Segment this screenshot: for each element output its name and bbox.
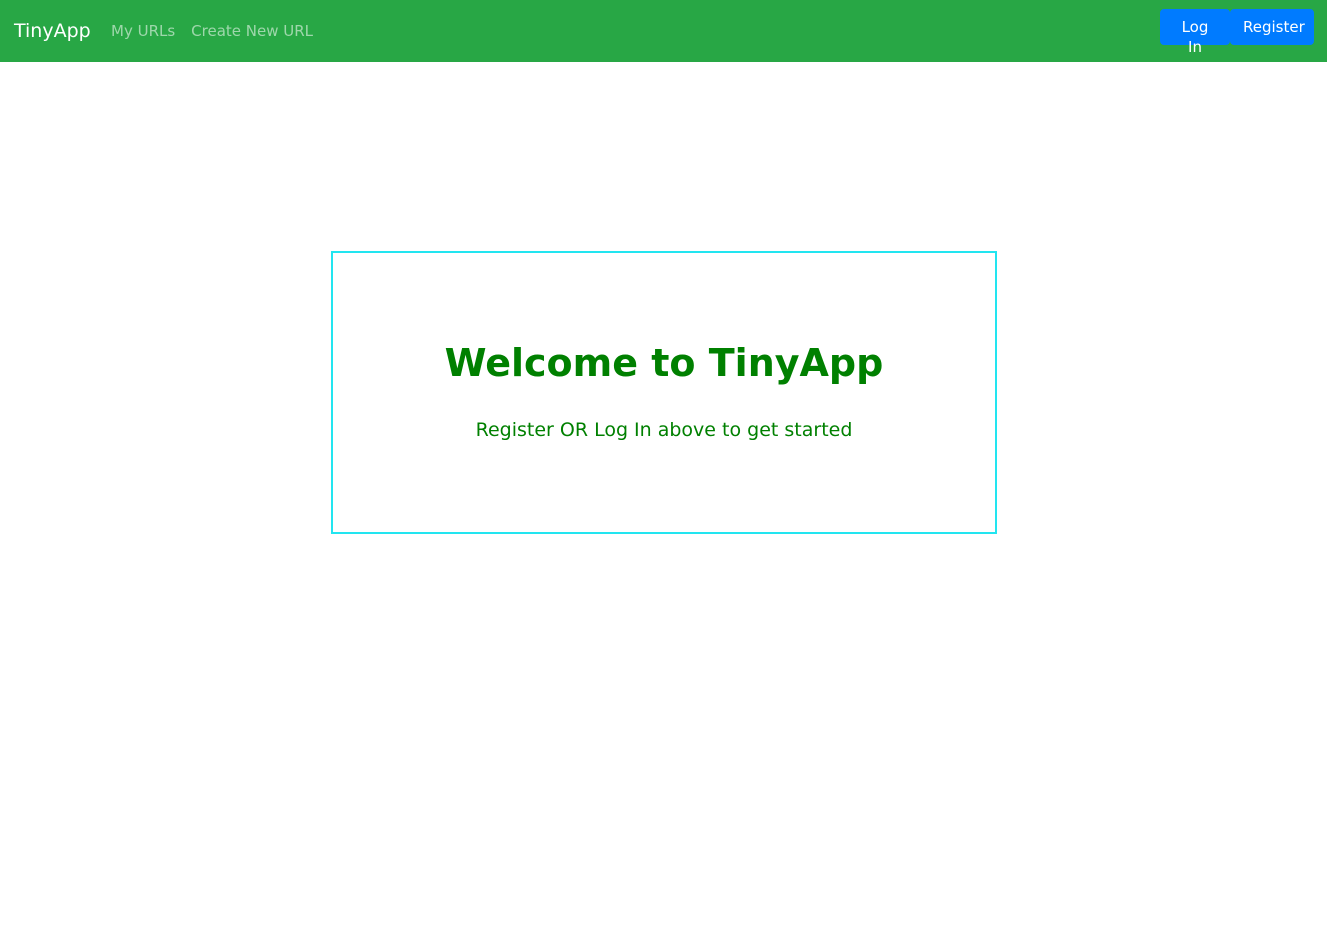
brand-link[interactable]: TinyApp — [14, 18, 91, 44]
welcome-subtitle: Register OR Log In above to get started — [475, 419, 853, 441]
login-button[interactable]: Log In — [1160, 9, 1230, 56]
top-navbar: TinyApp My URLs Create New URL Log In Re… — [0, 0, 1327, 62]
nav-links: My URLs Create New URL — [111, 21, 313, 41]
welcome-box: Welcome to TinyApp Register OR Log In ab… — [331, 251, 997, 534]
register-button[interactable]: Register — [1230, 9, 1314, 45]
auth-buttons: Log In Register — [1160, 9, 1314, 56]
welcome-title: Welcome to TinyApp — [444, 341, 884, 385]
nav-link-create-new-url[interactable]: Create New URL — [191, 21, 313, 41]
nav-link-my-urls[interactable]: My URLs — [111, 21, 175, 41]
